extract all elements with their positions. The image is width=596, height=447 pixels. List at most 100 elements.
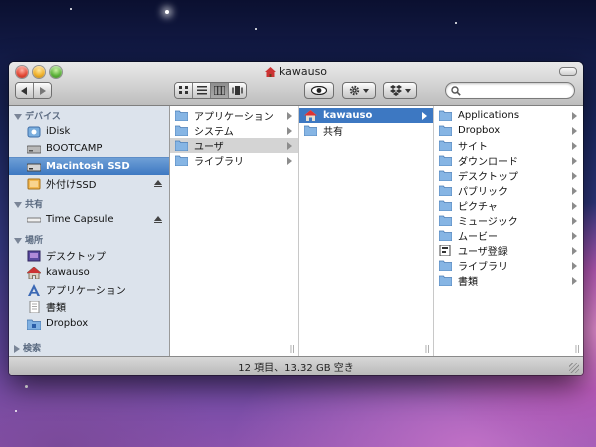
chevron-down-icon — [363, 88, 369, 93]
back-button[interactable] — [16, 83, 34, 98]
sidebar-section-search[interactable]: 検索 — [14, 341, 41, 354]
window-title: kawauso — [9, 65, 583, 78]
chevron-right-icon — [572, 217, 577, 225]
chevron-down-icon — [404, 88, 411, 93]
status-text: 12 項目、13.32 GB 空き — [238, 363, 354, 374]
sidebar-section-shared[interactable]: 共有 — [14, 197, 43, 210]
list-item-label: ユーザ — [194, 142, 224, 153]
chevron-right-icon — [572, 277, 577, 285]
folder-icon — [439, 260, 452, 271]
column-resize-handle[interactable]: || — [290, 344, 295, 353]
column-resize-handle[interactable]: || — [425, 344, 430, 353]
search-input[interactable] — [464, 84, 568, 97]
hard-drive-icon — [27, 163, 41, 171]
chevron-right-icon — [422, 112, 427, 120]
sidebar-item-dropbox[interactable]: Dropbox — [9, 315, 169, 332]
action-menu-button[interactable] — [342, 82, 376, 99]
column-browser-pane-1: アプリケーション システム ユーザ ライブラリ || — [170, 106, 299, 356]
chevron-right-icon — [572, 172, 577, 180]
star-decoration — [165, 10, 169, 14]
list-item[interactable]: デスクトップ — [434, 168, 583, 183]
list-item[interactable]: Applications — [434, 108, 583, 123]
sidebar-section-devices[interactable]: デバイス — [14, 109, 61, 122]
sidebar-item-label: デスクトップ — [46, 252, 106, 263]
sidebar-item-bootcamp[interactable]: BOOTCAMP — [9, 140, 169, 157]
list-item-label: 書類 — [458, 277, 478, 288]
list-item[interactable]: システム — [170, 123, 298, 138]
idisk-icon — [27, 126, 41, 137]
star-decoration — [255, 28, 257, 30]
search-icon — [451, 86, 461, 96]
list-item[interactable]: ユーザ登録 — [434, 243, 583, 258]
finder-window: kawauso デバイス iDisk BOOTCAMP Macintosh SS… — [9, 62, 583, 375]
list-item[interactable]: Dropbox — [434, 123, 583, 138]
list-item[interactable]: ライブラリ — [170, 153, 298, 168]
time-capsule-icon — [27, 217, 41, 222]
search-field[interactable] — [445, 82, 575, 99]
coverflow-view-button[interactable] — [229, 83, 246, 98]
sidebar-section-label: 検索 — [23, 344, 42, 354]
eject-icon[interactable] — [154, 216, 162, 223]
list-item-label: ムービー — [458, 232, 498, 243]
chevron-right-icon — [287, 142, 292, 150]
sidebar-item-external-ssd[interactable]: 外付けSSD — [9, 175, 169, 192]
sidebar-item-home[interactable]: kawauso — [9, 264, 169, 281]
eye-icon — [311, 86, 327, 95]
sidebar-item-desktop[interactable]: デスクトップ — [9, 247, 169, 264]
list-item-label: サイト — [458, 142, 488, 153]
view-mode-control — [174, 82, 247, 99]
sidebar-section-places[interactable]: 場所 — [14, 233, 43, 246]
forward-button[interactable] — [34, 83, 51, 98]
chevron-right-icon — [287, 157, 292, 165]
list-item[interactable]: パブリック — [434, 183, 583, 198]
chevron-right-icon — [287, 127, 292, 135]
chevron-right-icon — [572, 187, 577, 195]
folder-icon — [304, 125, 317, 136]
list-item[interactable]: ミュージック — [434, 213, 583, 228]
dropbox-menu-button[interactable] — [383, 82, 417, 99]
list-item[interactable]: ムービー — [434, 228, 583, 243]
icon-view-button[interactable] — [175, 83, 193, 98]
list-item[interactable]: ライブラリ — [434, 258, 583, 273]
sidebar-item-label: BOOTCAMP — [46, 143, 103, 154]
list-view-button[interactable] — [193, 83, 211, 98]
sidebar-item-idisk[interactable]: iDisk — [9, 123, 169, 140]
back-arrow-icon — [21, 86, 27, 95]
hard-drive-icon — [27, 145, 41, 153]
app-icon — [439, 245, 451, 256]
list-item[interactable]: アプリケーション — [170, 108, 298, 123]
list-item[interactable]: 共有 — [299, 123, 433, 138]
folder-icon — [439, 155, 452, 166]
sidebar-item-label: 外付けSSD — [46, 180, 97, 191]
toolbar-toggle-button[interactable] — [559, 67, 577, 76]
sidebar-section-label: 場所 — [25, 236, 44, 246]
sidebar-item-macintosh-ssd[interactable]: Macintosh SSD — [9, 157, 169, 175]
chevron-right-icon — [572, 127, 577, 135]
folder-icon — [439, 275, 452, 286]
list-item[interactable]: ユーザ — [170, 138, 298, 153]
chevron-right-icon — [572, 142, 577, 150]
documents-icon — [29, 300, 40, 313]
folder-icon — [175, 110, 188, 121]
list-item-label: ピクチャ — [458, 202, 498, 213]
list-item-label: ライブラリ — [194, 157, 244, 168]
folder-icon — [175, 125, 188, 136]
sidebar-item-label: アプリケーション — [46, 286, 126, 297]
sidebar-item-applications[interactable]: アプリケーション — [9, 281, 169, 298]
sidebar-item-time-capsule[interactable]: Time Capsule — [9, 211, 169, 228]
column-resize-handle[interactable]: || — [575, 344, 580, 353]
column-view-button[interactable] — [211, 83, 229, 98]
list-item[interactable]: 書類 — [434, 273, 583, 288]
list-item[interactable]: kawauso — [299, 108, 433, 123]
eject-icon[interactable] — [154, 180, 162, 187]
list-item[interactable]: ピクチャ — [434, 198, 583, 213]
sidebar-item-documents[interactable]: 書類 — [9, 298, 169, 315]
list-item-label: ミュージック — [458, 217, 518, 228]
list-item[interactable]: サイト — [434, 138, 583, 153]
back-forward-control — [15, 82, 52, 99]
quick-look-button[interactable] — [304, 82, 334, 99]
window-resize-grip[interactable] — [569, 363, 579, 373]
list-item[interactable]: ダウンロード — [434, 153, 583, 168]
list-item-label: Dropbox — [458, 125, 501, 136]
list-item-label: kawauso — [323, 110, 373, 121]
